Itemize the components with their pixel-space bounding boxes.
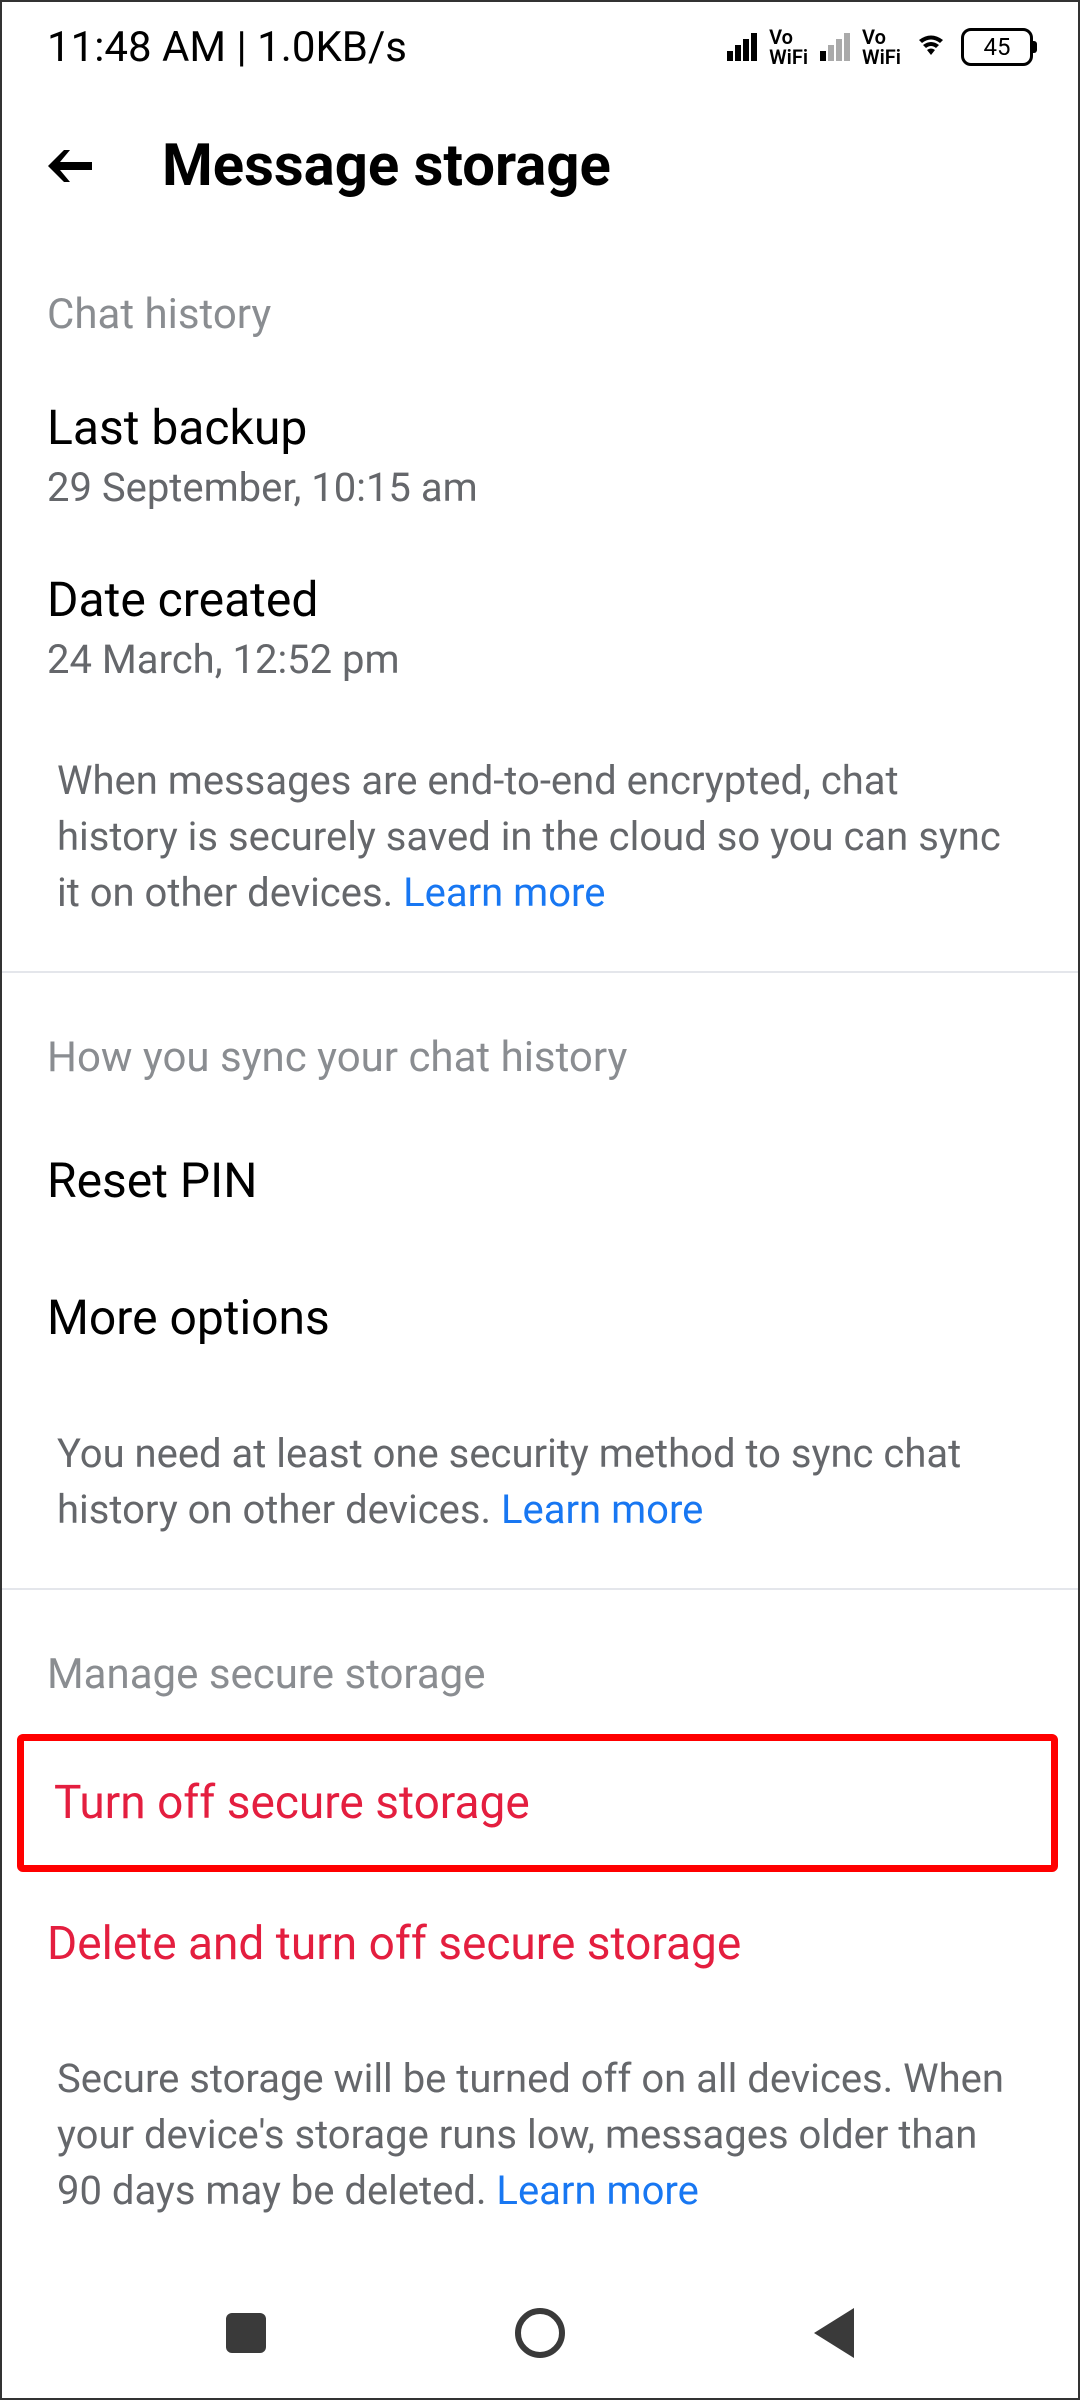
date-created-item[interactable]: Date created 24 March, 12:52 pm [2,541,1078,713]
learn-more-link-1[interactable]: Learn more [403,869,605,916]
turn-off-secure-storage-item[interactable]: Turn off secure storage [17,1734,1058,1872]
turn-off-label: Turn off secure storage [54,1776,1021,1830]
more-options-item[interactable]: More options [2,1249,1078,1386]
reset-pin-label: Reset PIN [47,1152,1033,1209]
sync-info: You need at least one security method to… [2,1386,1078,1588]
navigation-bar [2,2268,1078,2398]
status-time-speed: 11:48 AM | 1.0KB/s [47,23,407,72]
last-backup-value: 29 September, 10:15 am [47,464,1033,511]
battery-icon: 45 [961,28,1033,66]
home-button[interactable] [515,2308,565,2358]
learn-more-link-3[interactable]: Learn more [496,2167,698,2214]
wifi-icon [913,26,949,68]
signal-icon-1 [727,33,757,61]
status-bar: 11:48 AM | 1.0KB/s VoWiFi VoWiFi 45 [2,2,1078,92]
date-created-label: Date created [47,571,1033,628]
page-title: Message storage [162,132,611,200]
status-indicators: VoWiFi VoWiFi 45 [727,26,1033,68]
vowifi-label-2: VoWiFi [862,27,901,67]
delete-turn-off-label: Delete and turn off secure storage [47,1917,1033,1971]
section-chat-history-title: Chat history [2,230,1078,369]
recents-button[interactable] [226,2313,266,2353]
more-options-label: More options [47,1289,1033,1346]
chat-history-info: When messages are end-to-end encrypted, … [2,713,1078,971]
section-sync-title: How you sync your chat history [2,973,1078,1112]
signal-icon-2 [820,33,850,61]
vowifi-label-1: VoWiFi [769,27,808,67]
last-backup-label: Last backup [47,399,1033,456]
page-header: Message storage [2,92,1078,230]
back-arrow-icon[interactable] [42,136,102,196]
learn-more-link-2[interactable]: Learn more [501,1486,703,1533]
section-manage-title: Manage secure storage [2,1590,1078,1729]
reset-pin-item[interactable]: Reset PIN [2,1112,1078,1249]
back-button[interactable] [814,2308,854,2358]
delete-turn-off-item[interactable]: Delete and turn off secure storage [2,1877,1078,2011]
last-backup-item[interactable]: Last backup 29 September, 10:15 am [2,369,1078,541]
date-created-value: 24 March, 12:52 pm [47,636,1033,683]
manage-info: Secure storage will be turned off on all… [2,2011,1078,2269]
